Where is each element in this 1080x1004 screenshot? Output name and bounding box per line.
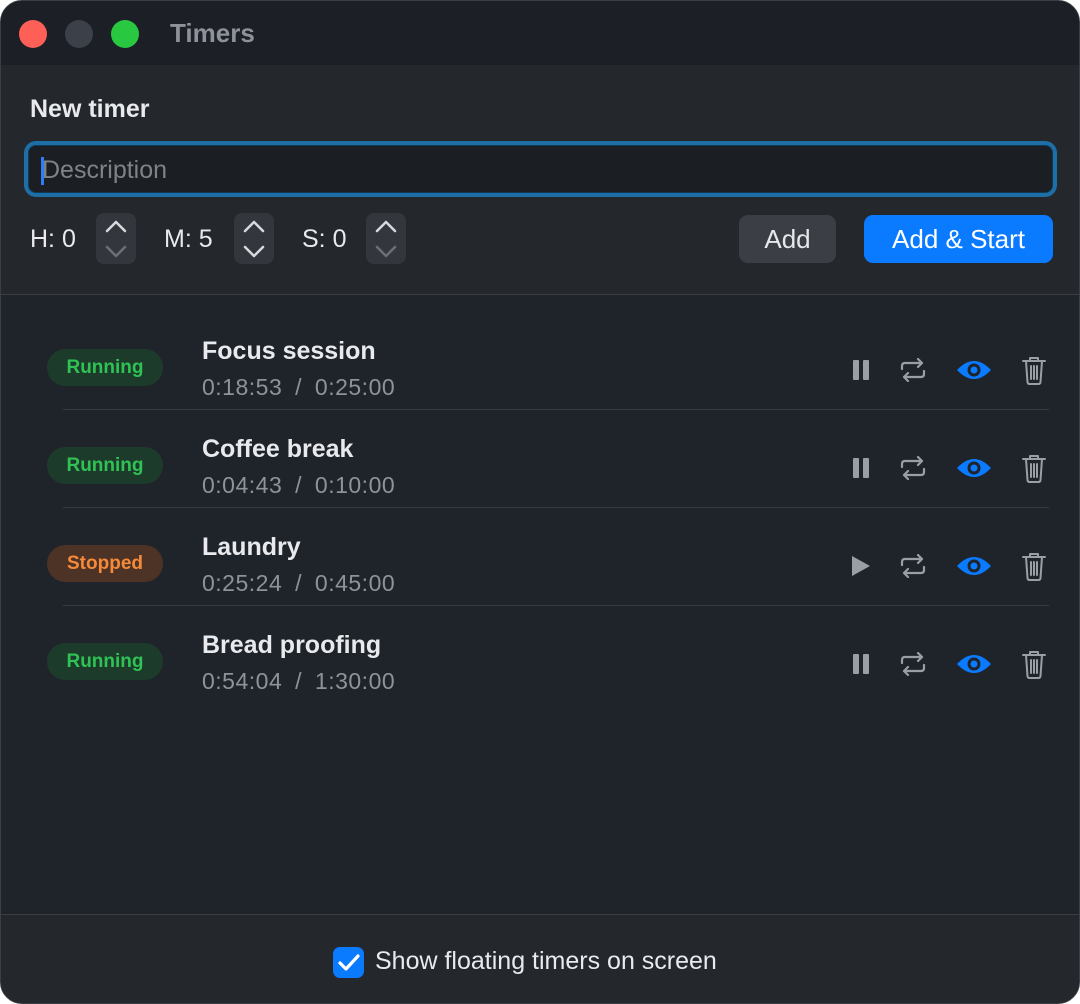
delete-button[interactable] [1016, 352, 1052, 388]
chevron-down-icon [243, 245, 265, 257]
hours-increment-button[interactable] [96, 213, 136, 238]
timer-time: 0:54:04 / 1:30:00 [202, 668, 396, 694]
hours-stepper[interactable] [96, 213, 136, 264]
pause-button[interactable] [843, 450, 879, 486]
title-bar: Timers [1, 1, 1079, 66]
eye-icon [957, 655, 991, 673]
minutes-decrement-button[interactable] [234, 239, 274, 264]
minutes-stepper[interactable] [234, 213, 274, 264]
text-caret [41, 157, 44, 185]
repeat-button[interactable] [895, 450, 931, 486]
eye-icon [957, 557, 991, 575]
pause-icon [853, 360, 869, 380]
timer-row: Running Bread proofing 0:54:04 / 1:30:00 [1, 606, 1079, 704]
new-timer-heading: New timer [30, 95, 150, 123]
show-floating-button[interactable] [956, 548, 992, 584]
timer-list: Running Focus session 0:18:53 / 0:25:00 … [1, 295, 1079, 914]
total-time: 0:45:00 [314, 570, 396, 596]
eye-icon [957, 459, 991, 477]
elapsed-time: 0:25:24 [202, 570, 283, 596]
chevron-up-icon [105, 220, 127, 232]
timer-name: Laundry [202, 533, 301, 561]
chevron-down-icon [105, 245, 127, 257]
repeat-icon [900, 554, 926, 578]
seconds-increment-button[interactable] [366, 213, 406, 238]
status-badge: Running [47, 349, 163, 386]
delete-button[interactable] [1016, 450, 1052, 486]
show-floating-checkbox[interactable] [333, 947, 364, 978]
show-floating-button[interactable] [956, 450, 992, 486]
timer-time: 0:25:24 / 0:45:00 [202, 570, 396, 596]
trash-icon [1022, 553, 1046, 581]
elapsed-time: 0:18:53 [202, 374, 283, 400]
pause-icon [853, 458, 869, 478]
status-badge: Running [47, 447, 163, 484]
repeat-button[interactable] [895, 646, 931, 682]
pause-button[interactable] [843, 646, 879, 682]
maximize-window-button[interactable] [111, 20, 139, 48]
timer-name: Coffee break [202, 435, 354, 463]
timer-name: Bread proofing [202, 631, 382, 659]
hours-value: H: 0 [30, 225, 76, 253]
trash-icon [1022, 651, 1046, 679]
elapsed-time: 0:54:04 [202, 668, 283, 694]
delete-button[interactable] [1016, 646, 1052, 682]
new-timer-section: New timer H: 0 M: 5 S: 0 [1, 65, 1079, 295]
timer-row: Running Focus session 0:18:53 / 0:25:00 [1, 312, 1079, 410]
window-title: Timers [170, 18, 255, 48]
checkmark-icon [337, 953, 360, 971]
seconds-value: S: 0 [302, 225, 347, 253]
add-and-start-button[interactable]: Add & Start [864, 215, 1053, 263]
close-window-button[interactable] [19, 20, 47, 48]
total-time: 0:25:00 [314, 374, 396, 400]
minimize-window-button[interactable] [65, 20, 93, 48]
seconds-stepper[interactable] [366, 213, 406, 264]
eye-icon [957, 361, 991, 379]
timer-time: 0:18:53 / 0:25:00 [202, 374, 396, 400]
show-floating-button[interactable] [956, 646, 992, 682]
chevron-up-icon [243, 220, 265, 232]
trash-icon [1022, 455, 1046, 483]
total-time: 0:10:00 [314, 472, 396, 498]
repeat-button[interactable] [895, 352, 931, 388]
hours-decrement-button[interactable] [96, 239, 136, 264]
delete-button[interactable] [1016, 548, 1052, 584]
total-time: 1:30:00 [314, 668, 396, 694]
footer-bar: Show floating timers on screen [1, 914, 1079, 1003]
minutes-value: M: 5 [164, 225, 213, 253]
repeat-button[interactable] [895, 548, 931, 584]
seconds-decrement-button[interactable] [366, 239, 406, 264]
status-badge: Running [47, 643, 163, 680]
timer-row: Running Coffee break 0:04:43 / 0:10:00 [1, 410, 1079, 508]
play-button[interactable] [843, 548, 879, 584]
repeat-icon [900, 456, 926, 480]
trash-icon [1022, 357, 1046, 385]
repeat-icon [900, 358, 926, 382]
play-icon [852, 556, 870, 576]
timer-name: Focus session [202, 337, 376, 365]
timer-time: 0:04:43 / 0:10:00 [202, 472, 396, 498]
show-floating-label[interactable]: Show floating timers on screen [375, 947, 717, 976]
description-field[interactable] [24, 141, 1057, 197]
elapsed-time: 0:04:43 [202, 472, 283, 498]
chevron-down-icon [375, 245, 397, 257]
pause-icon [853, 654, 869, 674]
timers-window: Timers New timer H: 0 M: 5 S: 0 [0, 0, 1080, 1004]
description-input[interactable] [40, 153, 1034, 187]
pause-button[interactable] [843, 352, 879, 388]
repeat-icon [900, 652, 926, 676]
add-button[interactable]: Add [739, 215, 836, 263]
chevron-up-icon [375, 220, 397, 232]
timer-row: Stopped Laundry 0:25:24 / 0:45:00 [1, 508, 1079, 606]
show-floating-button[interactable] [956, 352, 992, 388]
minutes-increment-button[interactable] [234, 213, 274, 238]
status-badge: Stopped [47, 545, 163, 582]
